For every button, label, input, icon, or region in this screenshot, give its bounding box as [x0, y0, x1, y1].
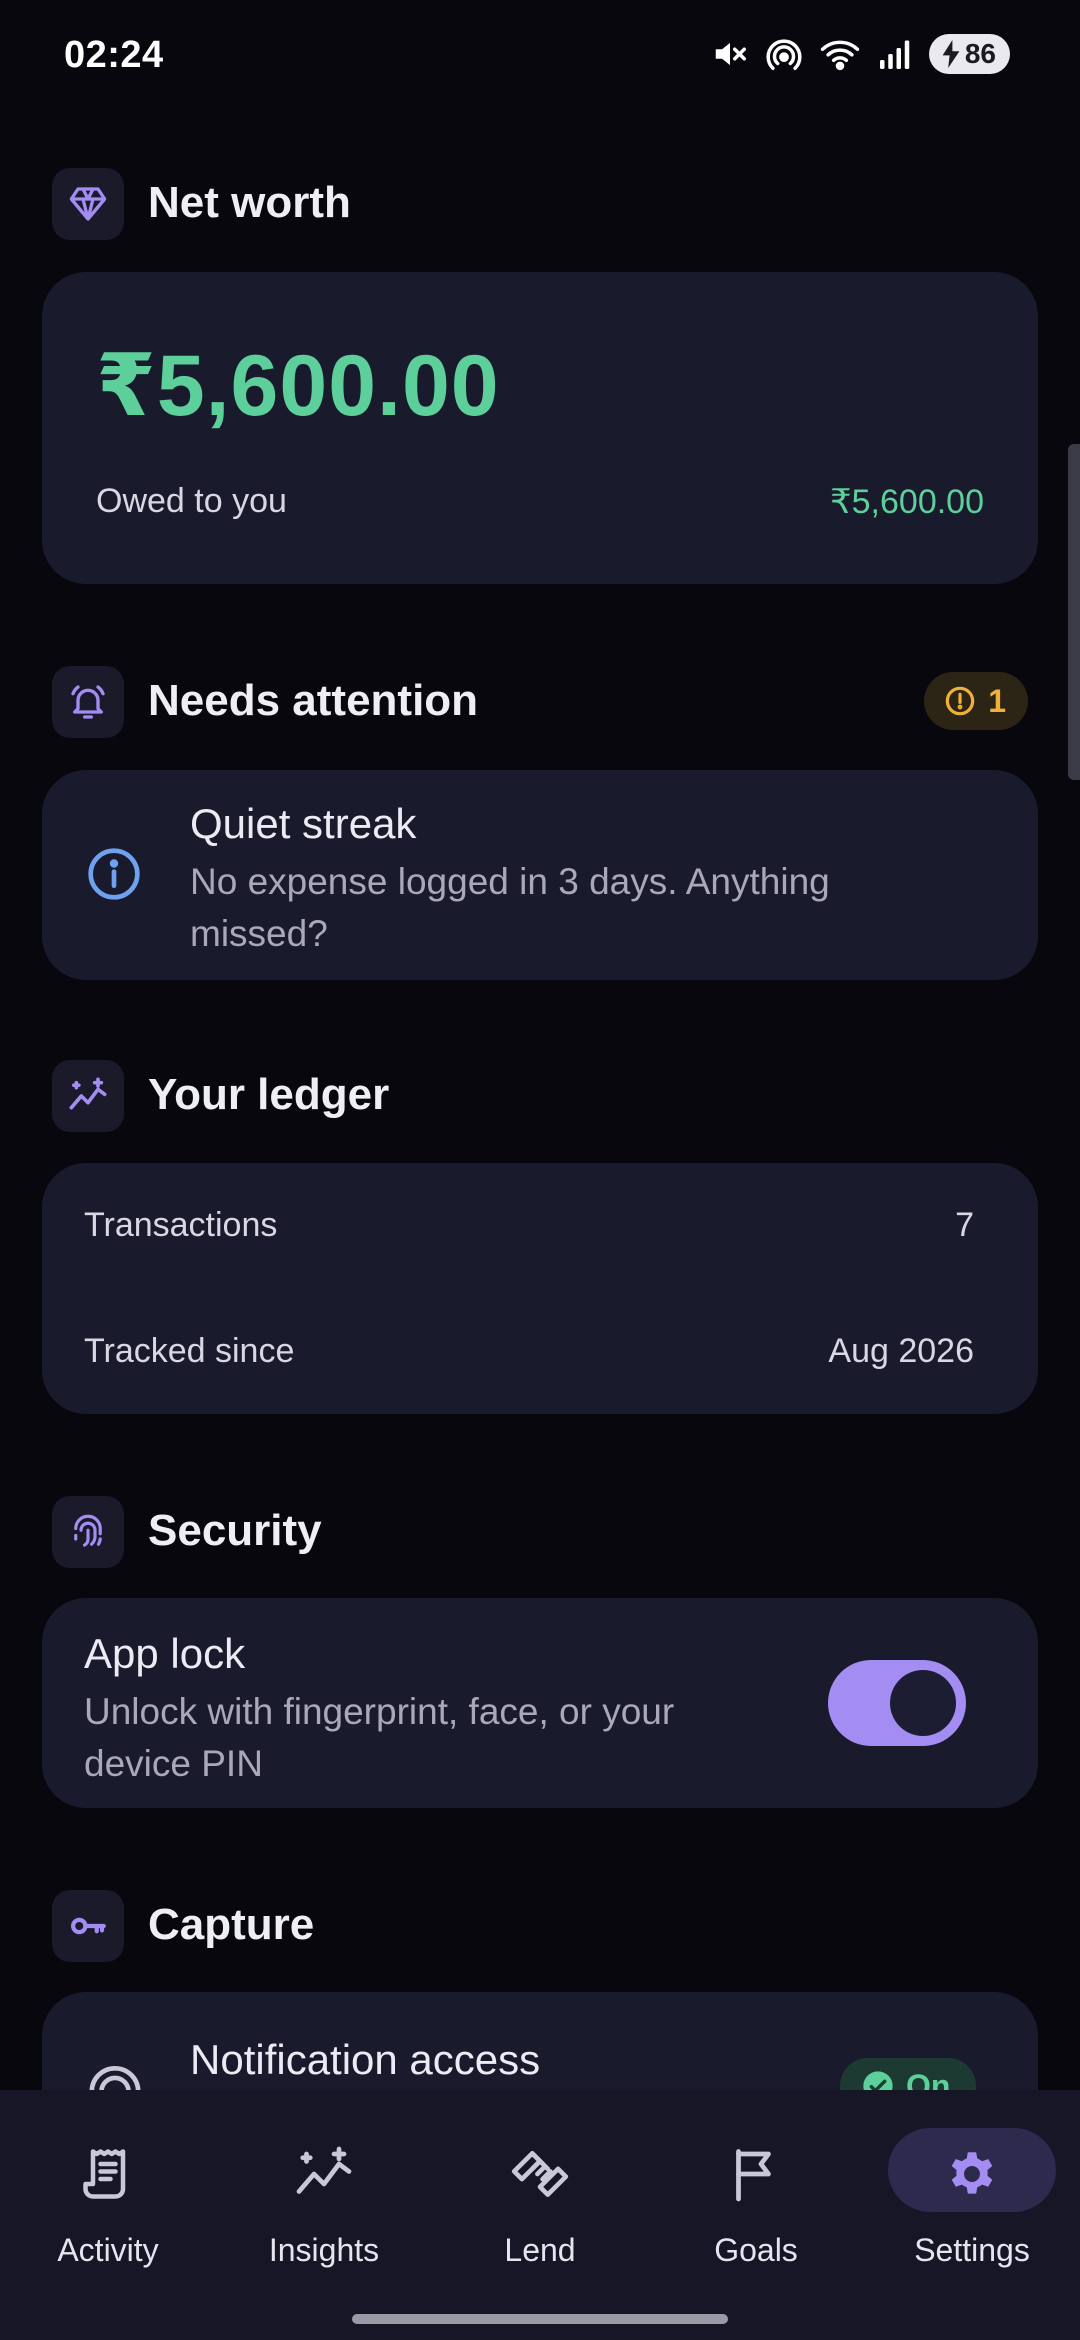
app-lock-title: App lock	[84, 1630, 246, 1677]
nav-item-insights[interactable]: Insights	[216, 2090, 432, 2290]
nav-label-settings: Settings	[914, 2232, 1030, 2268]
nav-label-activity: Activity	[57, 2232, 159, 2268]
ledger-row-value: Aug 2026	[828, 1332, 974, 1370]
section-title-needs-attention: Needs attention	[148, 676, 479, 725]
bell-ring-icon	[52, 666, 124, 738]
home-indicator[interactable]	[352, 2314, 728, 2324]
signal-icon	[879, 40, 910, 69]
hotspot-icon	[766, 39, 802, 70]
trend-sparkle-icon	[294, 2140, 354, 2208]
attention-count-badge: 1	[924, 672, 1028, 730]
ledger-card	[42, 1163, 1038, 1414]
app-lock-desc-line1: Unlock with fingerprint, face, or your	[84, 1691, 675, 1732]
ledger-row-label: Transactions	[84, 1206, 278, 1244]
section-title-security: Security	[148, 1506, 322, 1555]
nav-item-activity[interactable]: Activity	[0, 2090, 216, 2290]
section-title-net-worth: Net worth	[148, 178, 351, 227]
status-icons: 86	[711, 34, 1010, 74]
scrollbar-thumb[interactable]	[1068, 444, 1080, 780]
nav-label-lend: Lend	[504, 2232, 576, 2268]
nav-item-goals[interactable]: Goals	[648, 2090, 864, 2290]
nav-item-settings[interactable]: Settings	[864, 2090, 1080, 2290]
owed-to-you-value: ₹5,600.00	[830, 483, 984, 521]
flag-icon	[726, 2140, 786, 2208]
battery-indicator: 86	[928, 34, 1010, 74]
handshake-icon	[509, 2140, 571, 2208]
notification-access-title: Notification access	[190, 2036, 541, 2083]
quiet-streak-desc-line2: missed?	[190, 913, 328, 954]
section-title-capture: Capture	[148, 1900, 315, 1949]
trend-sparkle-icon	[52, 1060, 124, 1132]
ledger-row-value: 7	[955, 1206, 974, 1244]
toggle-knob	[890, 1670, 956, 1736]
receipt-icon	[78, 2140, 138, 2208]
quiet-streak-desc-line1: No expense logged in 3 days. Anything	[190, 861, 830, 902]
diamond-icon	[52, 168, 124, 240]
wifi-icon	[820, 40, 860, 71]
charging-bolt-icon	[942, 40, 960, 68]
fingerprint-icon	[52, 1496, 124, 1568]
app-lock-desc-line2: device PIN	[84, 1743, 263, 1784]
battery-level: 86	[964, 38, 996, 69]
gear-icon	[943, 2140, 1001, 2208]
key-icon	[52, 1890, 124, 1962]
owed-to-you-label: Owed to you	[96, 482, 287, 520]
alert-circle-icon	[945, 686, 975, 716]
quiet-streak-title: Quiet streak	[190, 800, 417, 847]
ledger-row-label: Tracked since	[84, 1332, 295, 1370]
attention-count: 1	[988, 682, 1006, 719]
section-title-your-ledger: Your ledger	[148, 1070, 390, 1119]
info-icon	[86, 846, 142, 907]
nav-item-lend[interactable]: Lend	[432, 2090, 648, 2290]
nav-label-insights: Insights	[268, 2232, 380, 2268]
nav-label-goals: Goals	[714, 2232, 798, 2268]
app-lock-toggle[interactable]	[828, 1660, 966, 1746]
status-time: 02:24	[64, 34, 164, 76]
net-worth-amount: ₹5,600.00	[96, 338, 500, 434]
mute-icon	[715, 42, 746, 66]
